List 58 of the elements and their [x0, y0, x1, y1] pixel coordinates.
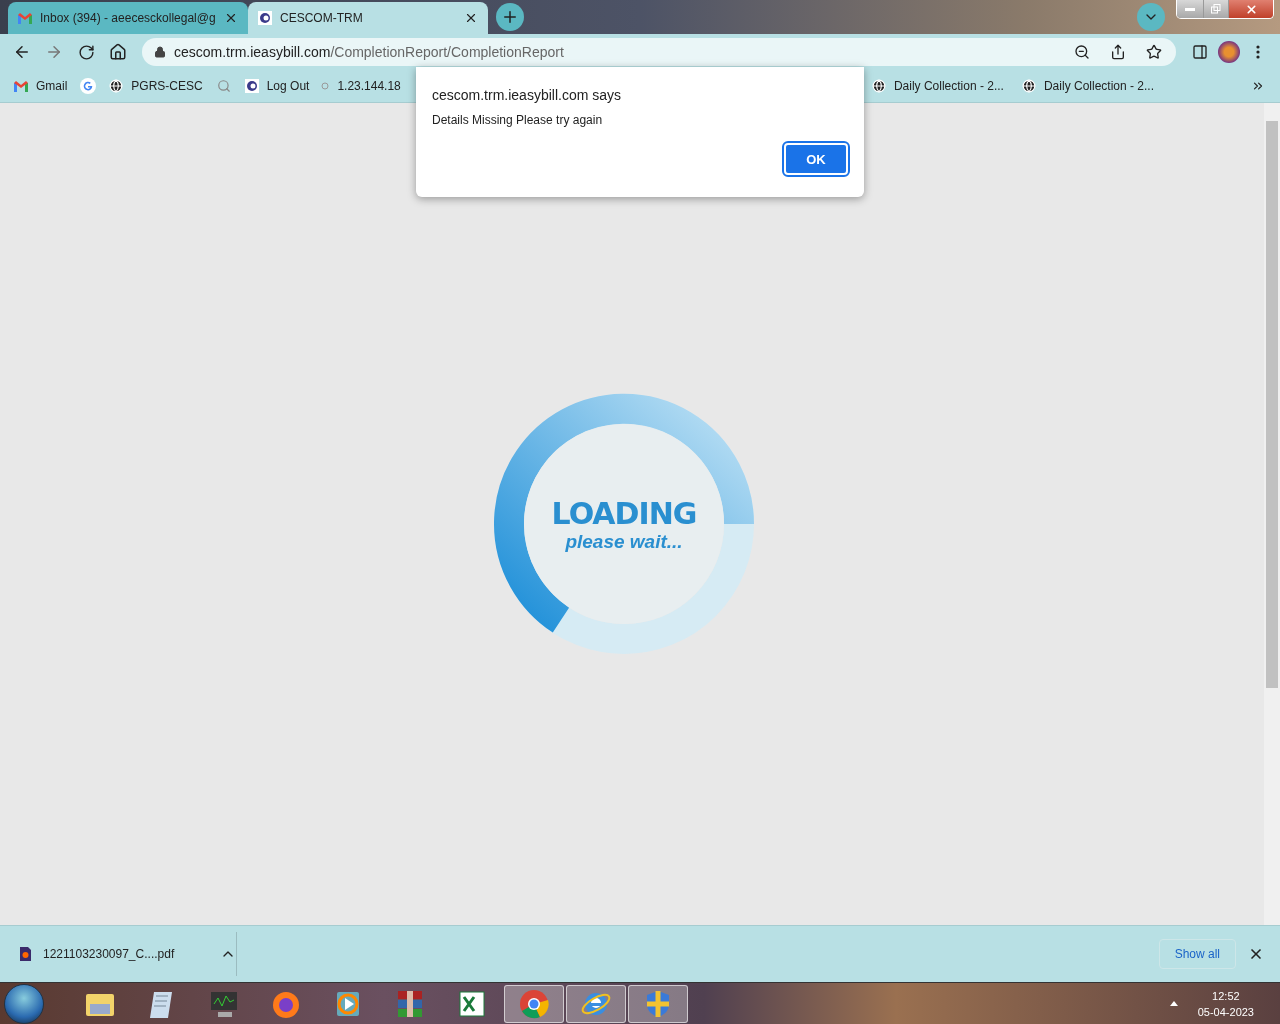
bookmark-link[interactable]: Daily Collection - 2...	[871, 79, 1004, 93]
dialog-message: Details Missing Please try again	[432, 113, 604, 127]
mail-icon	[14, 80, 28, 92]
close-icon	[1244, 2, 1258, 16]
browser-tab[interactable]: CESCOM-TRM	[248, 2, 488, 34]
chevrons-right-icon	[1251, 79, 1265, 93]
close-icon	[224, 11, 238, 25]
share-icon	[1110, 44, 1126, 60]
google-g-icon	[80, 78, 97, 94]
scrollbar[interactable]	[1264, 103, 1280, 925]
loading-title: LOADING	[551, 495, 697, 531]
address-bar[interactable]: cescom.trm.ieasybill.com/CompletionReport/CompletionReport	[142, 38, 1176, 66]
taskbar-app[interactable]	[504, 984, 564, 1023]
globe-icon	[109, 79, 124, 93]
close-icon	[1248, 946, 1264, 962]
show-all-button[interactable]: Show all	[1158, 939, 1236, 969]
restore-icon	[1211, 4, 1221, 14]
star-icon	[1146, 44, 1162, 60]
bookmark-link[interactable]: Gmail	[14, 79, 68, 93]
loading-subtitle: please wait...	[565, 530, 683, 553]
site-logo-icon	[258, 11, 272, 25]
zoom-out-icon	[1074, 44, 1090, 60]
bookmark-link[interactable]: 1.23.144.18	[321, 79, 401, 93]
ok-button[interactable]: OK	[784, 143, 848, 175]
search-icon	[216, 79, 231, 93]
mail-icon	[18, 12, 32, 24]
download-item[interactable]: 1221103230097_C....pdf	[20, 946, 236, 962]
scrollbar-thumb[interactable]	[1266, 121, 1278, 688]
taskbar-app[interactable]	[628, 984, 688, 1023]
tray-arrow-icon	[1169, 1001, 1178, 1006]
taskbar-app[interactable]	[566, 984, 626, 1023]
page-icon	[321, 82, 330, 90]
plus-icon	[501, 8, 519, 26]
reload-icon	[77, 43, 95, 61]
browser-tab[interactable]: Inbox (394) - aeecesckollegal@g	[8, 2, 248, 34]
close-icon	[464, 11, 478, 25]
bookmark-link[interactable]: PGRS-CESC	[109, 79, 203, 93]
bookmark-link[interactable]: Log Out	[244, 79, 310, 93]
clock[interactable]: 12:52 05-04-2023	[1197, 987, 1254, 1020]
globe-icon	[871, 79, 886, 93]
url-text: cescom.trm.ieasybill.com/CompletionReport/CompletionReport	[174, 44, 565, 60]
globe-icon	[1021, 79, 1036, 93]
site-logo-icon	[244, 79, 259, 93]
lock-icon	[154, 46, 166, 58]
bookmark-link[interactable]: Daily Collection - 2...	[1021, 79, 1154, 93]
side-panel-icon	[1192, 44, 1208, 60]
restore-button[interactable]	[1203, 0, 1228, 18]
home-icon	[109, 43, 127, 61]
chrome-icon	[518, 987, 550, 1020]
new-tab-button[interactable]	[496, 3, 524, 31]
forward-arrow-icon	[45, 43, 63, 61]
dialog-title: cescom.trm.ieasybill.com says	[432, 87, 623, 103]
close-window-button[interactable]	[1228, 0, 1273, 18]
minimize-icon	[1185, 7, 1195, 11]
start-button[interactable]	[4, 983, 44, 1024]
profile-avatar[interactable]	[1218, 41, 1240, 63]
menu-icon	[1256, 45, 1260, 59]
pdf-file-icon	[20, 947, 31, 961]
